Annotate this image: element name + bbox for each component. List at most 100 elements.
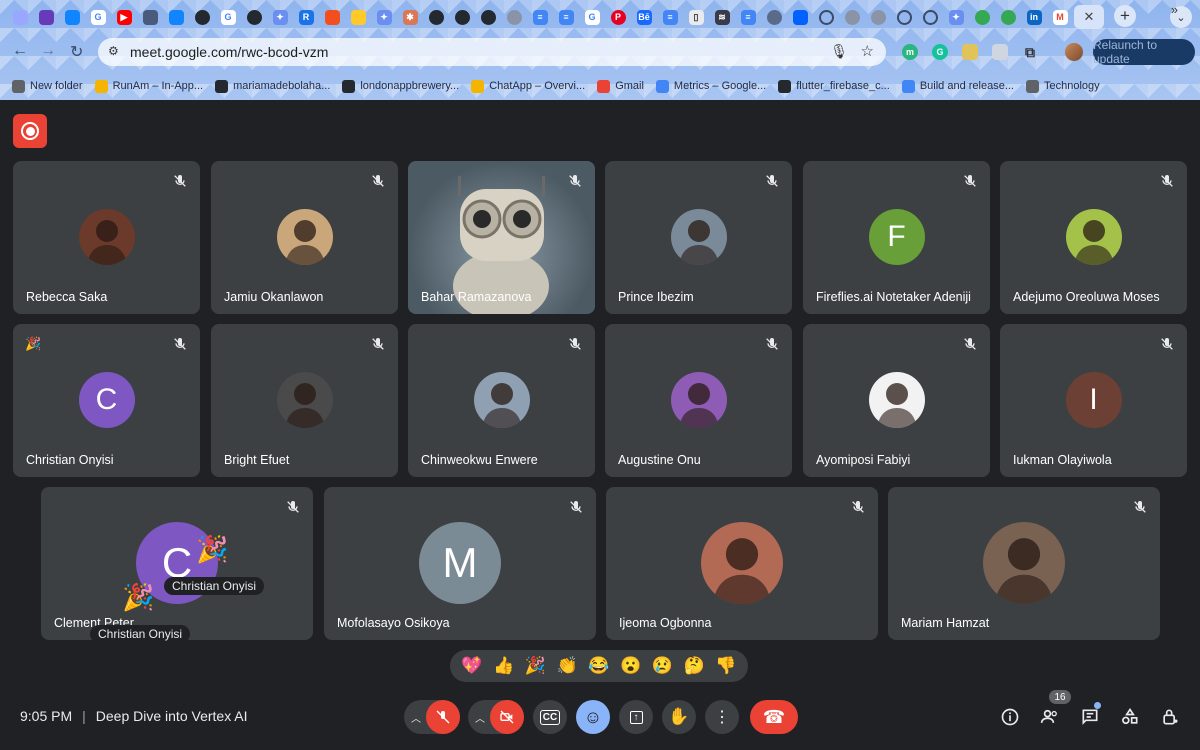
captions-button[interactable]: CC (533, 700, 567, 734)
address-bar[interactable]: ⚙ meet.google.com/rwc-bcod-vzm 🎙 ☆ (98, 38, 886, 66)
grammarly-extension-icon[interactable]: G (932, 44, 948, 60)
participant-tile[interactable]: Jamiu Okanlawon (211, 161, 398, 314)
tab-icon-pinterest[interactable]: P (606, 5, 630, 29)
microphone-icon[interactable]: 🎙 (830, 43, 848, 60)
participant-tile[interactable]: Ayomiposi Fabiyi (803, 324, 990, 477)
extension-icon[interactable]: m (902, 44, 918, 60)
tab-icon-r[interactable]: R (294, 5, 318, 29)
activities-button[interactable] (1118, 705, 1142, 729)
tab-icon-page[interactable]: ▯ (684, 5, 708, 29)
tab-icon-globe[interactable] (502, 5, 526, 29)
participant-tile[interactable]: Bright Efuet (211, 324, 398, 477)
tab-icon-globe[interactable] (866, 5, 890, 29)
tab-active-meet[interactable]: ✕ (1074, 5, 1104, 29)
tab-icon-linkedin[interactable]: in (1022, 5, 1046, 29)
bookmark-item[interactable]: Build and release... (901, 79, 1014, 93)
tab-icon-globe[interactable] (840, 5, 864, 29)
participant-tile[interactable]: M Mofolasayo Osikoya (324, 487, 596, 640)
tab-icon-chrome[interactable] (996, 5, 1020, 29)
leave-call-button[interactable]: ☎ (750, 700, 798, 734)
extensions-puzzle-icon[interactable]: ⧉ (1022, 44, 1038, 60)
relaunch-button[interactable]: Relaunch to update (1093, 38, 1195, 66)
tab-icon-forms[interactable] (34, 5, 58, 29)
reaction-emoji-button[interactable]: 👎 (715, 656, 736, 676)
reaction-emoji-button[interactable]: 👍 (493, 656, 514, 676)
tab-icon-github[interactable] (190, 5, 214, 29)
url-text[interactable]: meet.google.com/rwc-bcod-vzm (130, 44, 328, 60)
reload-icon[interactable]: ↻ (70, 42, 83, 62)
participant-tile[interactable]: I Iukman Olayiwola (1000, 324, 1187, 477)
emoji-reactions-button[interactable]: ☺ (576, 700, 610, 734)
tab-icon-google[interactable]: G (216, 5, 240, 29)
tab-icon-sheets[interactable] (8, 5, 32, 29)
bookmark-item[interactable]: RunAm – In-App... (94, 79, 203, 93)
tab-icon-github[interactable] (450, 5, 474, 29)
participant-tile[interactable]: Prince Ibezim (605, 161, 792, 314)
tab-icon-settings[interactable] (138, 5, 162, 29)
tab-icon-stack[interactable]: ≋ (710, 5, 734, 29)
reaction-emoji-button[interactable]: 🤔 (684, 656, 705, 676)
participant-tile[interactable]: F Fireflies.ai Notetaker Adeniji (803, 161, 990, 314)
back-arrow-icon[interactable]: ← (12, 42, 28, 60)
new-tab-button[interactable]: + (1114, 5, 1136, 27)
host-controls-button[interactable] (1158, 705, 1182, 729)
reaction-emoji-button[interactable]: 😂 (588, 656, 609, 676)
participant-tile[interactable]: Chinweokwu Enwere (408, 324, 595, 477)
present-screen-button[interactable]: ↑ (619, 700, 653, 734)
tab-icon-firebase[interactable] (346, 5, 370, 29)
chevron-up-icon[interactable]: ︿ (411, 710, 421, 725)
tab-icon-bluesky[interactable] (60, 5, 84, 29)
bookmark-item[interactable]: Technology (1025, 79, 1100, 93)
camera-off-button[interactable] (490, 700, 524, 734)
reaction-emoji-button[interactable]: 💖 (461, 656, 482, 676)
tab-icon-docs[interactable]: ≡ (736, 5, 760, 29)
participant-tile[interactable]: C Clement Peter (41, 487, 313, 640)
tab-icon-chrome[interactable] (970, 5, 994, 29)
tab-icon-claude[interactable]: ✱ (398, 5, 422, 29)
site-info-icon[interactable]: ⚙ (108, 44, 119, 58)
tab-icon-compass[interactable] (762, 5, 786, 29)
tab-icon-loading[interactable] (814, 5, 838, 29)
participant-tile[interactable]: Bahar Ramazanova (408, 161, 595, 314)
raise-hand-button[interactable]: ✋ (662, 700, 696, 734)
people-button[interactable] (1038, 705, 1062, 729)
reaction-emoji-button[interactable]: 😮 (620, 656, 641, 676)
extension-icon[interactable] (962, 44, 978, 60)
bookmark-item[interactable]: londonappbrewery... (342, 79, 459, 93)
tab-icon-gmail[interactable]: M (1048, 5, 1072, 29)
bookmark-item[interactable]: mariamadebolaha... (215, 79, 330, 93)
tab-icon-github[interactable] (476, 5, 500, 29)
tab-icon-loading[interactable] (918, 5, 942, 29)
tab-icon-google[interactable]: G (580, 5, 604, 29)
profile-avatar[interactable] (1065, 43, 1083, 61)
tab-icon-google[interactable]: G (86, 5, 110, 29)
microphone-off-button[interactable] (426, 700, 460, 734)
shield-extension-icon[interactable] (992, 44, 1008, 60)
tab-icon-gemini[interactable]: ✦ (268, 5, 292, 29)
bookmarks-overflow-icon[interactable]: » (1171, 2, 1178, 17)
tab-icon-youtube[interactable]: ▶ (112, 5, 136, 29)
tab-icon-gemini[interactable]: ✦ (944, 5, 968, 29)
participant-tile[interactable]: Adejumo Oreoluwa Moses (1000, 161, 1187, 314)
forward-arrow-icon[interactable]: → (40, 42, 56, 60)
participant-tile[interactable]: Rebecca Saka (13, 161, 200, 314)
tab-icon-docs[interactable]: ≡ (528, 5, 552, 29)
bookmark-item[interactable]: ChatApp – Overvi... (471, 79, 585, 93)
participant-tile[interactable]: C 🎉 Christian Onyisi (13, 324, 200, 477)
participant-tile[interactable]: Ijeoma Ogbonna (606, 487, 878, 640)
meeting-details-button[interactable] (998, 705, 1022, 729)
bookmark-item[interactable]: Metrics – Google... (655, 79, 766, 93)
reaction-emoji-button[interactable]: 👏 (557, 656, 578, 676)
reaction-emoji-button[interactable]: 😢 (652, 656, 673, 676)
participant-tile[interactable]: Mariam Hamzat (888, 487, 1160, 640)
close-tab-icon[interactable]: ✕ (1084, 9, 1095, 25)
tab-icon-github[interactable] (424, 5, 448, 29)
bookmark-item[interactable]: flutter_firebase_c... (778, 79, 890, 93)
participant-tile[interactable]: Augustine Onu (605, 324, 792, 477)
chevron-up-icon[interactable]: ︿ (475, 710, 485, 725)
tab-icon-loading[interactable] (892, 5, 916, 29)
tab-icon-bluesky[interactable] (164, 5, 188, 29)
tab-icon-github[interactable] (242, 5, 266, 29)
tab-icon-docs[interactable]: ≡ (554, 5, 578, 29)
recording-indicator[interactable] (13, 114, 47, 148)
